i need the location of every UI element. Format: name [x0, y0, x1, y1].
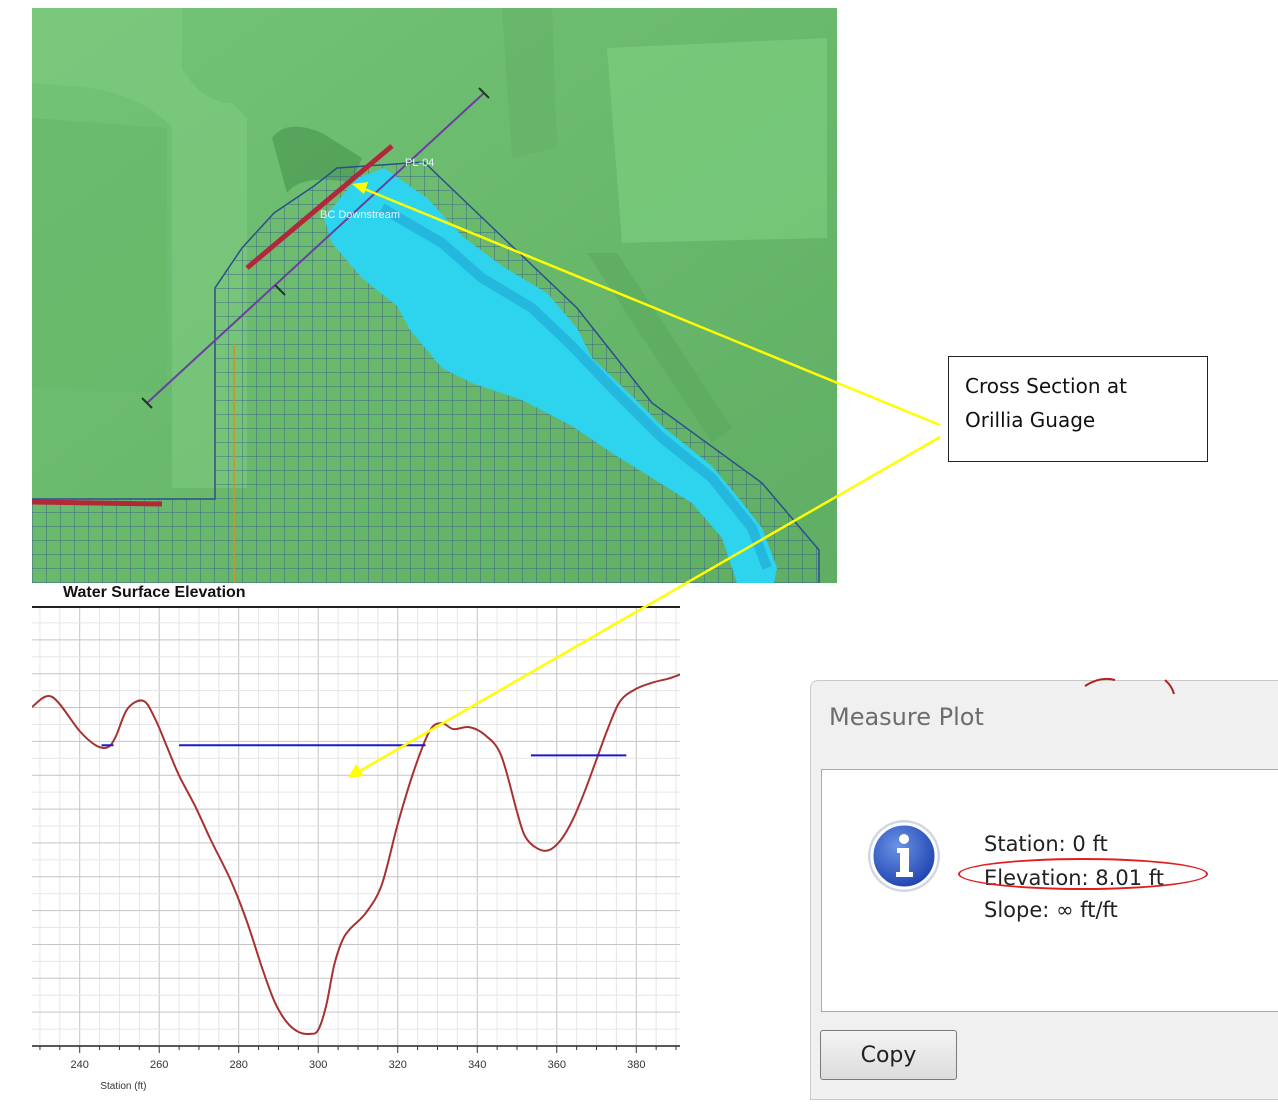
station-readout: Station: 0 ft — [984, 832, 1108, 856]
measure-plot-dialog: Measure Plot Station: 0 ft Elevation: 8.… — [810, 680, 1278, 1100]
copy-button[interactable]: Copy — [820, 1030, 957, 1080]
terrain-map: PL-04 BC Downstream — [32, 8, 837, 583]
x-tick-label: 280 — [230, 1059, 248, 1071]
profile-line-label: PL-04 — [405, 157, 434, 169]
x-tick-label: 380 — [627, 1059, 645, 1071]
map-view[interactable]: PL-04 BC Downstream — [32, 8, 837, 583]
wse-profile-plot[interactable]: 240 260 280 300 320 340 360 380 Station (ft) — [32, 606, 680, 1092]
callout-line-2: Orillia Guage — [965, 408, 1096, 432]
bc-line-label: BC Downstream — [320, 209, 400, 221]
x-tick-label: 300 — [309, 1059, 327, 1071]
x-tick-label: 360 — [548, 1059, 566, 1071]
x-axis-label: Station (ft) — [100, 1081, 146, 1092]
callout-box: Cross Section at Orillia Guage — [948, 356, 1208, 462]
x-tick-label: 340 — [468, 1059, 486, 1071]
x-tick-label: 320 — [389, 1059, 407, 1071]
info-icon — [868, 820, 940, 892]
dialog-title: Measure Plot — [829, 703, 984, 731]
plot-title: Water Surface Elevation — [63, 584, 246, 601]
x-tick-label: 260 — [150, 1059, 168, 1071]
dialog-content: Station: 0 ft Elevation: 8.01 ft Slope: … — [821, 769, 1278, 1012]
x-tick-label: 240 — [71, 1059, 89, 1071]
callout-line-1: Cross Section at — [965, 374, 1127, 398]
slope-readout: Slope: ∞ ft/ft — [984, 898, 1118, 922]
building-pad — [32, 118, 167, 393]
bc-line-west[interactable] — [32, 499, 163, 507]
elevation-highlight-ellipse — [958, 858, 1208, 890]
parking-lot — [607, 38, 827, 243]
